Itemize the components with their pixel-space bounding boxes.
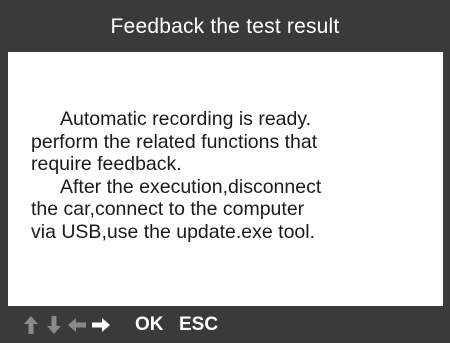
instruction-message: Automatic recording is ready. perform th… [31,108,431,243]
device-screen: Feedback the test result Automatic recor… [0,0,450,343]
message-line: the car,connect to the computer [31,198,305,220]
message-line: require feedback. [31,153,182,175]
message-line: Automatic recording is ready. [60,108,312,130]
message-line: perform the related functions that [31,130,318,153]
title-bar: Feedback the test result [0,0,450,52]
arrow-left-icon[interactable] [66,313,88,337]
key-hint-bar: OK ESC [0,306,450,343]
arrow-right-icon[interactable] [90,313,112,337]
message-panel: Automatic recording is ready. perform th… [8,52,443,306]
message-line: After the execution,disconnect [60,175,322,198]
screen-title: Feedback the test result [110,15,340,38]
message-line: via USB,use the update.exe tool. [31,220,316,243]
esc-button[interactable]: ESC [179,314,218,336]
arrow-down-icon[interactable] [45,313,63,337]
arrow-up-icon[interactable] [22,313,40,337]
ok-button[interactable]: OK [135,314,164,336]
